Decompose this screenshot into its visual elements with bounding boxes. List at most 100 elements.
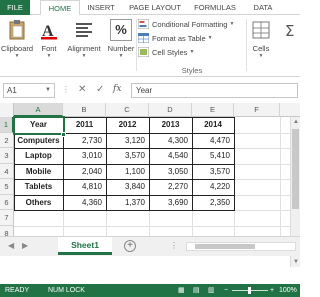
prev-sheet-icon[interactable]: ◀	[8, 241, 14, 250]
cells-icon	[252, 21, 270, 39]
scroll-thumb[interactable]	[195, 244, 255, 249]
fill-handle[interactable]	[61, 131, 66, 137]
table-border	[14, 163, 234, 165]
row-header-4[interactable]: 4	[0, 163, 14, 179]
row-header-6[interactable]: 6	[0, 194, 14, 210]
chevron-down-icon: ▼	[118, 53, 124, 59]
more-icon: ⋮	[62, 85, 70, 94]
table-cell[interactable]: 4,300	[151, 133, 190, 149]
column-header-e[interactable]: E	[192, 103, 234, 117]
tab-home[interactable]: HOME	[40, 0, 80, 16]
table-cell[interactable]: Mobile	[16, 164, 61, 180]
status-bar: READY NUM LOCK ▦ ▤ ▥ − + 100%	[0, 284, 300, 297]
zoom-in-icon[interactable]: +	[270, 284, 274, 297]
row-header-7[interactable]: 7	[0, 210, 14, 226]
table-header-cell[interactable]: Year	[16, 117, 61, 133]
tab-page-layout[interactable]: PAGE LAYOUT	[124, 0, 186, 15]
scroll-thumb[interactable]	[292, 129, 299, 209]
scroll-down-icon[interactable]: ▼	[291, 257, 301, 267]
row-header-5[interactable]: 5	[0, 179, 14, 195]
tab-file[interactable]: FILE	[0, 0, 30, 15]
name-box-value: A1	[7, 86, 17, 95]
format-as-table-label: Format as Table	[152, 33, 206, 43]
alignment-button[interactable]: Alignment ▼	[64, 17, 104, 65]
table-border	[14, 148, 234, 149]
table-cell[interactable]: 2,270	[151, 179, 190, 195]
zoom-level[interactable]: 100%	[279, 284, 297, 297]
column-header-b[interactable]: B	[63, 103, 106, 117]
column-header-f[interactable]: F	[234, 103, 280, 117]
table-cell[interactable]: 3,050	[151, 164, 190, 180]
table-cell[interactable]: 4,360	[65, 195, 104, 211]
row-header-2[interactable]: 2	[0, 132, 14, 148]
normal-view-icon[interactable]: ▦	[178, 284, 185, 297]
table-cell[interactable]: 3,840	[108, 179, 147, 195]
table-cell[interactable]: 3,570	[108, 148, 147, 164]
column-header-a[interactable]: A	[14, 103, 63, 117]
table-cell[interactable]: 3,120	[108, 133, 147, 149]
table-cell[interactable]: Others	[16, 195, 61, 211]
number-button[interactable]: % Number ▼	[106, 17, 136, 65]
table-header-cell[interactable]: 2013	[151, 117, 190, 133]
tab-data[interactable]: DATA	[248, 0, 278, 15]
table-header-cell[interactable]: 2011	[65, 117, 104, 133]
chevron-down-icon: ▼	[14, 53, 20, 59]
table-cell[interactable]: 1,100	[108, 164, 147, 180]
font-button[interactable]: A Font ▼	[38, 17, 60, 65]
table-cell[interactable]: 4,540	[151, 148, 190, 164]
tab-formulas[interactable]: FORMULAS	[192, 0, 238, 15]
cell-styles-icon	[138, 47, 149, 57]
align-icon	[76, 23, 92, 37]
table-cell[interactable]: 3,690	[151, 195, 190, 211]
column-header-c[interactable]: C	[106, 103, 149, 117]
cells-button[interactable]: Cells ▼	[248, 17, 274, 65]
sheet-tab[interactable]: Sheet1	[58, 237, 112, 255]
zoom-out-icon[interactable]: −	[224, 284, 228, 297]
column-header-d[interactable]: D	[149, 103, 192, 117]
row-header-1[interactable]: 1	[0, 117, 14, 133]
gridline	[14, 225, 290, 227]
format-as-table-button[interactable]: Format as Table ▼	[138, 31, 246, 45]
row-header-3[interactable]: 3	[0, 148, 14, 164]
next-sheet-icon[interactable]: ▶	[22, 241, 28, 250]
cancel-icon[interactable]: ✕	[78, 84, 86, 95]
table-cell[interactable]: 1,370	[108, 195, 147, 211]
table-cell[interactable]: 2,040	[65, 164, 104, 180]
status-numlock: NUM LOCK	[48, 287, 85, 294]
ribbon-home: Clipboard ▼ A Font ▼ Alignment ▼ % Numbe…	[0, 15, 300, 77]
table-cell[interactable]: Laptop	[16, 148, 61, 164]
enter-icon[interactable]: ✓	[96, 84, 104, 95]
gridline	[234, 117, 235, 236]
insert-function-icon[interactable]: fx	[113, 84, 121, 94]
cell-styles-button[interactable]: Cell Styles ▼	[138, 45, 246, 59]
add-sheet-icon[interactable]: +	[124, 240, 136, 252]
scroll-up-icon[interactable]: ▲	[291, 117, 301, 127]
table-header-cell[interactable]: 2012	[108, 117, 147, 133]
zoom-slider-thumb[interactable]	[248, 287, 251, 294]
editing-button[interactable]: Σ	[282, 17, 302, 65]
table-cell[interactable]: Computers	[16, 133, 61, 149]
table-header-cell[interactable]: 2014	[194, 117, 232, 133]
page-layout-view-icon[interactable]: ▤	[193, 284, 200, 297]
name-box[interactable]: A1 ▼	[3, 83, 55, 98]
select-all-corner[interactable]	[0, 103, 14, 117]
editing-icon: Σ	[285, 22, 294, 40]
table-cell[interactable]: 2,350	[194, 195, 232, 211]
table-cell[interactable]: 2,730	[65, 133, 104, 149]
formula-input[interactable]: Year	[131, 83, 298, 98]
table-cell[interactable]: 4,220	[194, 179, 232, 195]
conditional-formatting-icon	[138, 19, 149, 29]
conditional-formatting-button[interactable]: Conditional Formatting ▼	[138, 17, 246, 31]
table-cell[interactable]: 3,010	[65, 148, 104, 164]
clipboard-button[interactable]: Clipboard ▼	[0, 17, 34, 65]
horizontal-scrollbar[interactable]	[186, 242, 296, 251]
table-cell[interactable]: Tablets	[16, 179, 61, 195]
table-cell[interactable]: 3,570	[194, 164, 232, 180]
table-cell[interactable]: 5,410	[194, 148, 232, 164]
clipboard-icon	[9, 20, 25, 40]
page-break-view-icon[interactable]: ▥	[208, 284, 215, 297]
table-cell[interactable]: 4,810	[65, 179, 104, 195]
table-cell[interactable]: 4,470	[194, 133, 232, 149]
tab-insert[interactable]: INSERT	[83, 0, 119, 15]
chevron-down-icon: ▼	[46, 53, 52, 59]
